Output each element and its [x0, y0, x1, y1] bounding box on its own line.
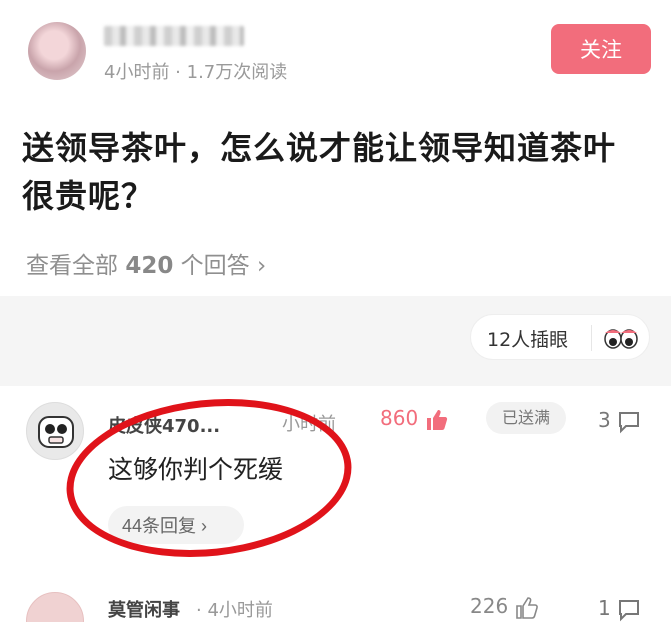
like-button[interactable]: 860	[380, 406, 449, 432]
comment-time: · 4小时前	[196, 600, 273, 621]
follow-button[interactable]: 关注	[551, 24, 651, 74]
reply-count: 3	[598, 408, 611, 432]
thumbs-up-icon	[515, 596, 538, 619]
reply-button[interactable]: 1	[598, 596, 641, 622]
comment-text: 这够你判个死缓	[108, 455, 284, 484]
thumbs-up-filled-icon	[426, 409, 447, 430]
commenter-name[interactable]: 莫管闲事	[108, 596, 180, 622]
question-title: 送领导茶叶，怎么说才能让领导知道茶叶很贵呢？	[22, 129, 617, 215]
peek-separator	[591, 325, 592, 351]
comment-bubble-icon	[619, 411, 640, 433]
author-name-redacted[interactable]	[104, 26, 244, 46]
peeking-eyes-icon	[604, 329, 638, 349]
cartoon-face-icon	[38, 416, 74, 448]
post-detail-screen: 4小时前 · 1.7万次阅读 关注 送领导茶叶，怎么说才能让领导知道茶叶很贵呢？…	[0, 0, 671, 622]
author-avatar[interactable]	[28, 22, 86, 80]
like-button[interactable]: 226	[470, 594, 539, 620]
peek-button[interactable]: 12人插眼	[470, 314, 650, 360]
view-all-answers-link[interactable]: 查看全部 420 个回答 ›	[26, 246, 266, 280]
comment-bubble-icon	[619, 599, 640, 621]
reply-count: 1	[598, 596, 611, 620]
comment-time: 小时前	[282, 414, 336, 435]
post-meta: 4小时前 · 1.7万次阅读	[104, 62, 288, 83]
peek-label: 12人插眼	[487, 329, 569, 351]
reply-button[interactable]: 3	[598, 408, 641, 434]
gift-status-badge[interactable]: 已送满	[486, 402, 566, 434]
answer-count: 420	[125, 253, 174, 279]
commenter-avatar[interactable]	[26, 402, 84, 460]
view-all-prefix: 查看全部	[26, 253, 118, 279]
commenter-avatar[interactable]	[26, 592, 84, 622]
view-replies-button[interactable]: 44条回复 ›	[108, 506, 244, 544]
like-count: 860	[380, 406, 419, 430]
commenter-name[interactable]: 皮皮侠470...	[108, 412, 220, 438]
like-count: 226	[470, 594, 509, 618]
view-all-suffix: 个回答 ›	[180, 253, 267, 279]
